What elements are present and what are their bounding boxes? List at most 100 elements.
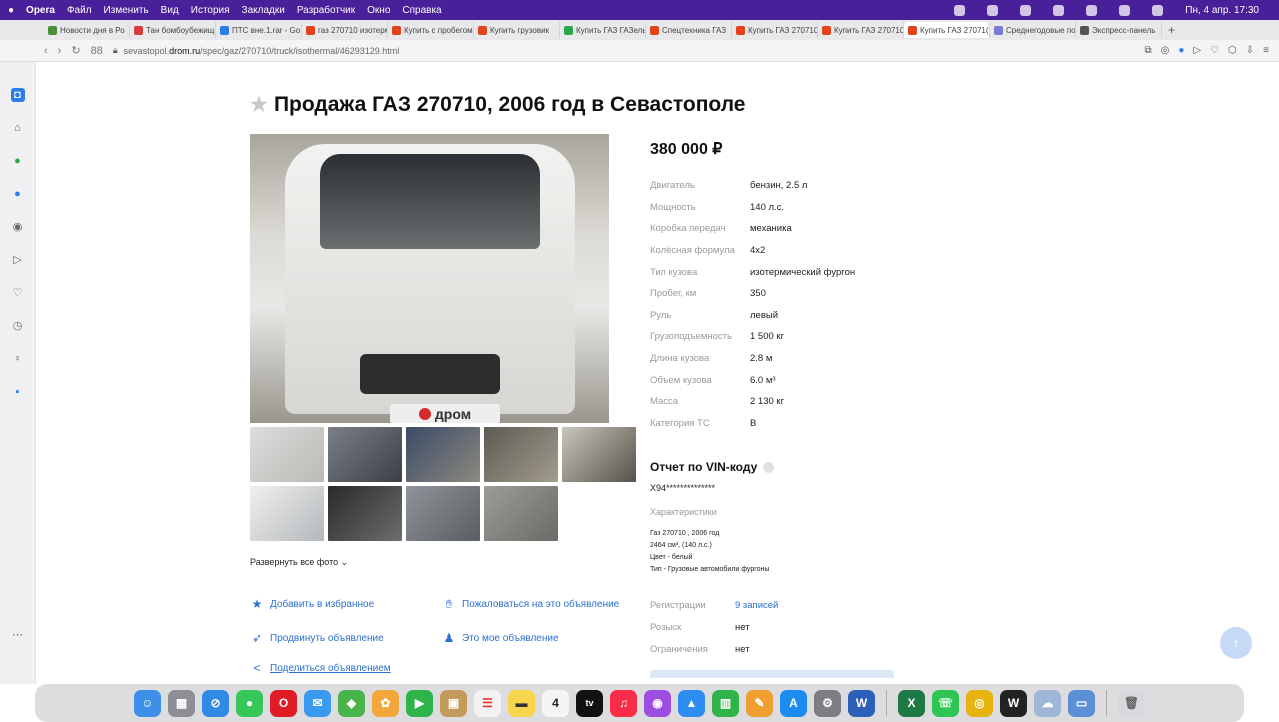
snapshot-icon[interactable]: ⧉: [1144, 45, 1151, 56]
photo-thumbnail[interactable]: [484, 486, 558, 541]
share-listing-link[interactable]: < Поделиться объявлением: [250, 661, 390, 675]
safari-icon[interactable]: ⊘: [202, 689, 229, 717]
info-icon[interactable]: [763, 461, 775, 473]
word-icon[interactable]: W: [848, 689, 875, 717]
my-listing-link[interactable]: ♟ Это мое объявление: [442, 631, 559, 645]
browser-tab[interactable]: ПТС вне.1.rar - Go: [216, 22, 302, 38]
photo-thumbnail[interactable]: [484, 427, 558, 482]
photo-thumbnail[interactable]: [328, 486, 402, 541]
menu-history[interactable]: История: [191, 5, 230, 16]
add-favorite-link[interactable]: ★ Добавить в избранное: [250, 597, 375, 611]
facetime-icon[interactable]: ▶: [406, 689, 433, 717]
music-icon[interactable]: ♫: [610, 689, 637, 717]
podcasts-icon[interactable]: ◉: [644, 689, 671, 717]
messenger-icon[interactable]: ●: [11, 187, 25, 201]
apple-icon[interactable]: ●: [8, 5, 14, 16]
spotlight-search-icon[interactable]: [1119, 4, 1131, 16]
control-center-icon[interactable]: [1152, 4, 1164, 16]
chrome-icon[interactable]: ◎: [966, 689, 993, 717]
calendar-icon[interactable]: 4: [542, 689, 569, 717]
report-listing-link[interactable]: ✋︎ Пожаловаться на это объявление: [442, 597, 620, 612]
pages-icon[interactable]: ✎: [746, 689, 773, 717]
photo-thumbnail[interactable]: [406, 427, 480, 482]
forward-button[interactable]: ›: [58, 45, 62, 57]
browser-tab[interactable]: Спецтехника ГАЗ: [646, 22, 732, 38]
more-icon[interactable]: ⋯: [11, 628, 25, 642]
player-icon[interactable]: ▷: [1193, 45, 1201, 56]
photo-thumbnail[interactable]: [250, 427, 324, 482]
vin-report-button[interactable]: [650, 670, 894, 678]
browser-tab[interactable]: Купить ГАЗ 270710: [732, 22, 818, 38]
opera-home-icon[interactable]: ◘: [10, 88, 25, 102]
status-app-icon[interactable]: [1020, 4, 1032, 16]
menu-help[interactable]: Справка: [402, 5, 441, 16]
wifi-icon[interactable]: [1086, 4, 1098, 16]
play-icon[interactable]: ▷: [11, 253, 25, 267]
screenshot-icon[interactable]: ▭: [1068, 689, 1095, 717]
browser-tab[interactable]: Купить ГАЗ ГАЗель: [560, 22, 646, 38]
extension-icon[interactable]: ▪: [11, 385, 25, 399]
browser-tab[interactable]: Купить с пробегом: [388, 22, 474, 38]
menu-app-name[interactable]: Opera: [26, 5, 55, 16]
status-app-icon[interactable]: [1053, 4, 1065, 16]
photo-thumbnail[interactable]: [406, 486, 480, 541]
menu-bookmarks[interactable]: Закладки: [242, 5, 285, 16]
menu-developer[interactable]: Разработчик: [297, 5, 355, 16]
browser-tab[interactable]: газ 270710 изотерм: [302, 22, 388, 38]
photo-thumbnail[interactable]: [250, 486, 324, 541]
promote-listing-link[interactable]: ➶ Продвинуть объявление: [250, 631, 384, 645]
menu-edit[interactable]: Изменить: [104, 5, 149, 16]
apple-tv-icon[interactable]: tv: [576, 689, 603, 717]
url-field[interactable]: sevastopol.drom.ru/spec/gaz/270710/truck…: [124, 46, 400, 56]
downloads-icon[interactable]: ☁: [1034, 689, 1061, 717]
status-app-icon[interactable]: [987, 4, 999, 16]
home-icon[interactable]: ⌂: [11, 121, 25, 135]
download-icon[interactable]: ⇩: [1246, 45, 1254, 56]
speed-dial-button[interactable]: 88: [91, 45, 103, 57]
browser-tab[interactable]: Новости дня в Ро: [44, 22, 130, 38]
excel-icon[interactable]: X: [898, 689, 925, 717]
wordle-icon[interactable]: W: [1000, 689, 1027, 717]
whatsapp-icon[interactable]: ☏: [932, 689, 959, 717]
player-icon[interactable]: ◉: [11, 220, 25, 234]
camera-icon[interactable]: ◎: [1161, 45, 1170, 56]
app-store-icon[interactable]: A: [780, 689, 807, 717]
scroll-to-top-button[interactable]: ↑: [1220, 627, 1252, 659]
menu-view[interactable]: Вид: [161, 5, 179, 16]
heart-icon[interactable]: ♡: [11, 286, 25, 300]
finder-icon[interactable]: ☺: [134, 689, 161, 717]
menu-clock[interactable]: Пн, 4 апр. 17:30: [1185, 5, 1259, 16]
new-tab-button[interactable]: +: [1168, 23, 1175, 37]
history-icon[interactable]: ◷: [11, 319, 25, 333]
whatsapp-icon[interactable]: ●: [11, 154, 25, 168]
menu-file[interactable]: Файл: [67, 5, 92, 16]
browser-tab-active[interactable]: Купить ГАЗ 27071(: [904, 22, 990, 38]
launchpad-icon[interactable]: ▦: [168, 689, 195, 717]
main-photo[interactable]: дром: [250, 134, 609, 423]
notes-icon[interactable]: ▬: [508, 689, 535, 717]
contacts-icon[interactable]: ▣: [440, 689, 467, 717]
heart-icon[interactable]: ♡: [1210, 45, 1219, 56]
reload-icon[interactable]: ↻: [71, 44, 80, 57]
browser-tab[interactable]: Купить ГАЗ 270710: [818, 22, 904, 38]
expand-photos-link[interactable]: Развернуть все фото ⌄: [250, 557, 348, 568]
numbers-icon[interactable]: ▥: [712, 689, 739, 717]
back-button[interactable]: ‹: [44, 45, 48, 57]
vpn-icon[interactable]: ●: [1178, 45, 1184, 56]
reminders-icon[interactable]: ☰: [474, 689, 501, 717]
maps-icon[interactable]: ◆: [338, 689, 365, 717]
photo-thumbnail[interactable]: [328, 427, 402, 482]
cube-icon[interactable]: ⬡: [1228, 45, 1237, 56]
trash-icon[interactable]: 🗑︎: [1118, 689, 1145, 717]
menu-icon[interactable]: ≡: [1263, 45, 1269, 56]
messages-icon[interactable]: ●: [236, 689, 263, 717]
browser-tab[interactable]: Экспресс-панель: [1076, 22, 1162, 38]
menu-window[interactable]: Окно: [367, 5, 390, 16]
status-app-icon[interactable]: [954, 4, 966, 16]
browser-tab[interactable]: Среднегодовые по: [990, 22, 1076, 38]
opera-icon[interactable]: O: [270, 689, 297, 717]
browser-tab[interactable]: Купить грузовик: [474, 22, 560, 38]
star-icon[interactable]: ★: [250, 94, 268, 116]
keynote-icon[interactable]: ▲: [678, 689, 705, 717]
mail-icon[interactable]: ✉: [304, 689, 331, 717]
